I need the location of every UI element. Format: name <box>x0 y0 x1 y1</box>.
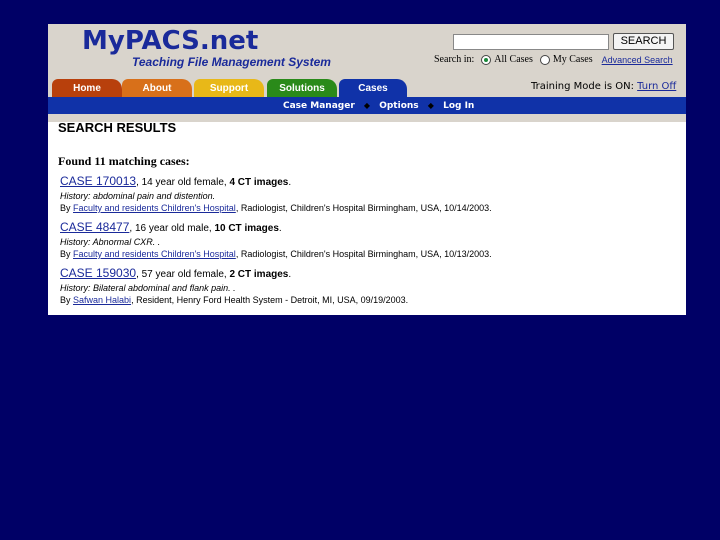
search-button[interactable]: SEARCH <box>613 33 674 50</box>
subnav-options[interactable]: Options <box>379 101 418 111</box>
case-description: 57 year old female, <box>138 269 230 280</box>
search-scope: Search in: All Cases My Cases Advanced S… <box>434 54 673 65</box>
case-image-count: 10 CT images <box>214 223 279 234</box>
case-description-end: . <box>288 177 292 188</box>
browser-frame: MyPACS.net Teaching File Management Syst… <box>48 24 686 315</box>
author-link[interactable]: Faculty and residents Children's Hospita… <box>73 203 236 213</box>
tab-about[interactable]: About <box>122 79 192 97</box>
case-history: History: abdominal pain and distention. <box>60 191 216 201</box>
main-tabs: Home About Support Solutions Cases <box>48 79 448 97</box>
author-details: , Radiologist, Children's Hospital Birmi… <box>235 203 492 213</box>
by-label: By <box>60 249 74 259</box>
author-details: , Radiologist, Children's Hospital Birmi… <box>235 249 492 259</box>
tab-support[interactable]: Support <box>194 79 264 97</box>
tab-about-label: About <box>142 83 172 94</box>
case-description-end: . <box>288 269 292 280</box>
case-author-line: By Faculty and residents Children's Hosp… <box>60 248 680 261</box>
author-link[interactable]: Safwan Halabi <box>73 295 131 305</box>
case-image-count: 2 CT images <box>229 269 289 280</box>
training-mode-text: Training Mode is ON: <box>531 81 634 92</box>
by-label: By <box>60 203 74 213</box>
by-label: By <box>60 295 74 305</box>
case-result-item: CASE 159030, 57 year old female, 2 CT im… <box>60 266 680 307</box>
all-cases-radio[interactable] <box>481 54 492 65</box>
tab-solutions[interactable]: Solutions <box>267 79 337 97</box>
case-description: 14 year old female, <box>138 177 230 188</box>
case-history: History: Bilateral abdominal and flank p… <box>60 283 236 293</box>
case-history: History: Abnormal CXR. . <box>60 237 161 247</box>
author-link[interactable]: Faculty and residents Children's Hospita… <box>73 249 236 259</box>
training-mode-status: Training Mode is ON: Turn Off <box>531 81 676 92</box>
case-summary: CASE 48477, 16 year old male, 10 CT imag… <box>60 220 680 236</box>
case-link[interactable]: CASE 48477 <box>60 220 129 234</box>
tab-cases[interactable]: Cases <box>339 79 407 97</box>
tab-support-label: Support <box>209 83 249 94</box>
my-cases-radio[interactable] <box>539 54 550 65</box>
separator-bullet: ◆ <box>427 101 434 110</box>
my-cases-label[interactable]: My Cases <box>553 54 593 65</box>
sub-navigation: Case Manager ◆ Options ◆ Log In <box>48 97 686 114</box>
search-in-label: Search in: <box>434 54 475 65</box>
author-details: , Resident, Henry Ford Health System - D… <box>131 295 409 305</box>
case-description: 16 year old male, <box>132 223 215 234</box>
case-summary: CASE 170013, 14 year old female, 4 CT im… <box>60 174 680 190</box>
tab-solutions-label: Solutions <box>279 83 325 94</box>
advanced-search-link[interactable]: Advanced Search <box>602 55 673 65</box>
case-image-count: 4 CT images <box>229 177 289 188</box>
case-result-item: CASE 48477, 16 year old male, 10 CT imag… <box>60 220 680 261</box>
logo-title: MyPACS.net <box>82 26 259 56</box>
subnav-case-manager[interactable]: Case Manager <box>283 101 355 111</box>
search-input[interactable] <box>453 34 609 50</box>
case-link[interactable]: CASE 159030 <box>60 266 136 280</box>
case-summary: CASE 159030, 57 year old female, 2 CT im… <box>60 266 680 282</box>
tab-home[interactable]: Home <box>52 79 122 97</box>
case-description-end: . <box>278 223 282 234</box>
result-count: Found 11 matching cases: <box>58 154 190 168</box>
page-title: SEARCH RESULTS <box>58 120 177 135</box>
subnav-log-in[interactable]: Log In <box>443 101 474 111</box>
separator-bullet: ◆ <box>363 101 371 110</box>
case-author-line: By Safwan Halabi, Resident, Henry Ford H… <box>60 294 680 307</box>
logo-subtitle: Teaching File Management System <box>132 55 331 69</box>
case-author-line: By Faculty and residents Children's Hosp… <box>60 202 680 215</box>
tab-cases-label: Cases <box>358 83 388 94</box>
case-link[interactable]: CASE 170013 <box>60 174 136 188</box>
all-cases-label[interactable]: All Cases <box>494 54 533 65</box>
tab-home-label: Home <box>73 83 101 94</box>
turn-off-link[interactable]: Turn Off <box>637 81 676 92</box>
header: MyPACS.net Teaching File Management Syst… <box>48 24 686 122</box>
case-result-item: CASE 170013, 14 year old female, 4 CT im… <box>60 174 680 215</box>
